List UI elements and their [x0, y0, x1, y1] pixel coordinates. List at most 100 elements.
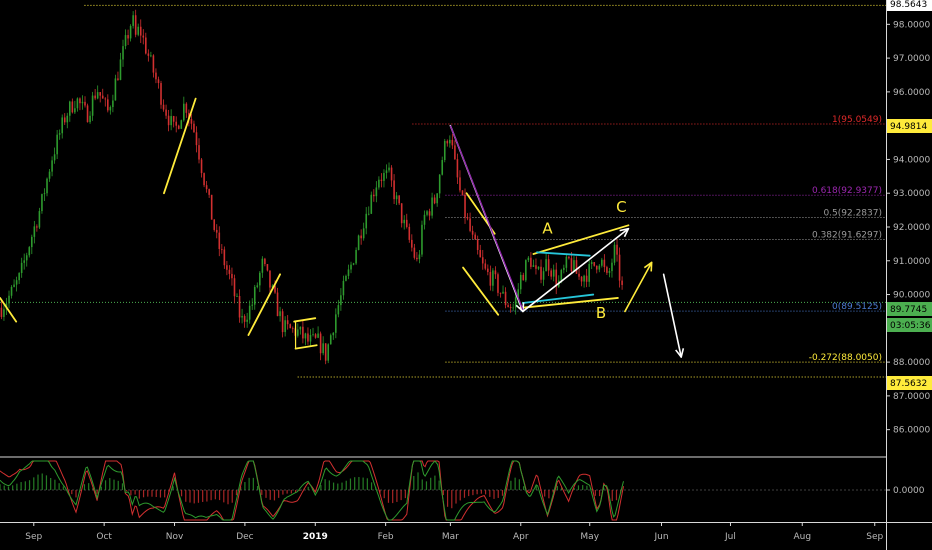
- oscillator-histogram-bar: [442, 490, 444, 496]
- candle-body: [79, 98, 81, 104]
- price-tick-label: 90.0000: [893, 291, 930, 301]
- oscillator-histogram-bar: [548, 490, 550, 499]
- oscillator-histogram-bar: [370, 482, 373, 490]
- oscillator-histogram-bar: [185, 490, 187, 502]
- oscillator-histogram-bar: [282, 490, 284, 495]
- candle-body: [449, 139, 451, 144]
- candle-body: [403, 219, 406, 224]
- price-tick-label: 94.0000: [893, 155, 930, 165]
- candle-body: [152, 55, 155, 73]
- candle-body: [56, 134, 58, 155]
- candle-body: [58, 133, 61, 135]
- oscillator-histogram-bar: [223, 490, 225, 503]
- oscillator-histogram-bar: [586, 485, 588, 490]
- candle-body: [393, 180, 395, 200]
- candle-body: [530, 257, 532, 267]
- candle-body: [142, 35, 145, 38]
- candle-body: [342, 280, 345, 296]
- candle-body: [487, 268, 489, 273]
- oscillator-histogram-bar: [430, 477, 432, 490]
- candle-body: [335, 314, 337, 333]
- candle-body: [461, 190, 464, 195]
- candle-body: [309, 335, 312, 342]
- oscillator-histogram-bar: [493, 490, 495, 499]
- candle-body: [20, 262, 23, 274]
- wave-label-c: C: [616, 198, 626, 216]
- oscillator-histogram-bar: [155, 490, 157, 498]
- oscillator-histogram-bar: [20, 482, 22, 490]
- candle-body: [165, 109, 167, 116]
- oscillator-histogram-bar: [58, 483, 60, 490]
- oscillator-histogram-bar: [189, 490, 191, 503]
- oscillator-histogram-bar: [24, 481, 26, 490]
- fib-level-label: -0.272(88.0050): [809, 353, 882, 363]
- oscillator-histogram-bar: [7, 486, 10, 490]
- oscillator-histogram-bar: [455, 490, 457, 504]
- oscillator-histogram-bar: [489, 490, 491, 497]
- oscillator-histogram-bar: [269, 490, 271, 500]
- oscillator-histogram-bar: [16, 483, 18, 490]
- candle-body: [299, 326, 302, 330]
- wave-label-b: B: [596, 304, 606, 322]
- candle-body: [91, 95, 94, 116]
- candle-body: [114, 78, 117, 101]
- candle-body: [613, 244, 616, 263]
- oscillator-histogram-bar: [497, 490, 499, 498]
- candle-body: [509, 306, 512, 309]
- candle-body: [583, 275, 585, 282]
- candle-body: [160, 83, 162, 105]
- candle-body: [279, 311, 281, 317]
- candle-body: [177, 125, 180, 129]
- oscillator-histogram-bar: [244, 482, 246, 490]
- oscillator-histogram-bar: [33, 477, 35, 490]
- candle-body: [74, 108, 76, 113]
- candle-body: [248, 305, 251, 320]
- candle-body: [101, 95, 104, 99]
- wave-label-a: A: [542, 220, 553, 238]
- candle-body: [362, 228, 365, 239]
- candle-body: [565, 256, 568, 268]
- candle-body: [256, 285, 259, 287]
- candle-body: [378, 179, 380, 188]
- candle-body: [347, 269, 350, 276]
- oscillator-histogram-bar: [324, 479, 326, 490]
- candle-body: [537, 266, 540, 269]
- candle-body: [522, 274, 525, 281]
- candle-body: [428, 211, 431, 216]
- candle-body: [408, 226, 411, 240]
- candle-body: [150, 55, 152, 57]
- candle-body: [43, 193, 46, 195]
- candle-body: [446, 140, 449, 144]
- candle-body: [28, 247, 31, 256]
- candle-body: [433, 197, 436, 204]
- candle-body: [360, 235, 362, 239]
- candle-body: [481, 257, 484, 264]
- time-tick-label: May: [580, 532, 599, 542]
- oscillator-histogram-bar: [510, 480, 512, 490]
- candle-body: [474, 234, 476, 240]
- candle-body: [327, 344, 330, 361]
- candle-body: [185, 103, 188, 113]
- candle-body: [23, 260, 26, 263]
- oscillator-histogram-bar: [214, 490, 216, 500]
- candle-body: [94, 95, 96, 99]
- candle-body: [228, 269, 231, 274]
- oscillator-zero-label: 0.0000: [893, 486, 925, 496]
- candle-body: [180, 120, 183, 129]
- time-tick-label: Dec: [236, 532, 253, 542]
- oscillator-histogram-bar: [104, 480, 107, 490]
- time-tick-label: Aug: [793, 532, 811, 542]
- price-chart[interactable]: 1(95.0549) 0.618(92.9377) 0.5(92.2837) 0.38…: [0, 0, 932, 550]
- candle-body: [147, 53, 150, 56]
- oscillator-histogram-bar: [501, 490, 504, 496]
- candle-body: [550, 270, 552, 277]
- price-tick-label: 97.0000: [893, 54, 930, 64]
- candle-body: [314, 334, 317, 338]
- candle-body: [383, 173, 385, 181]
- candle-body: [218, 232, 221, 249]
- oscillator-histogram-bar: [235, 490, 238, 496]
- oscillator-histogram-bar: [273, 490, 276, 501]
- candle-body: [400, 203, 403, 224]
- oscillator-histogram-bar: [463, 490, 466, 498]
- candle-body: [451, 139, 454, 146]
